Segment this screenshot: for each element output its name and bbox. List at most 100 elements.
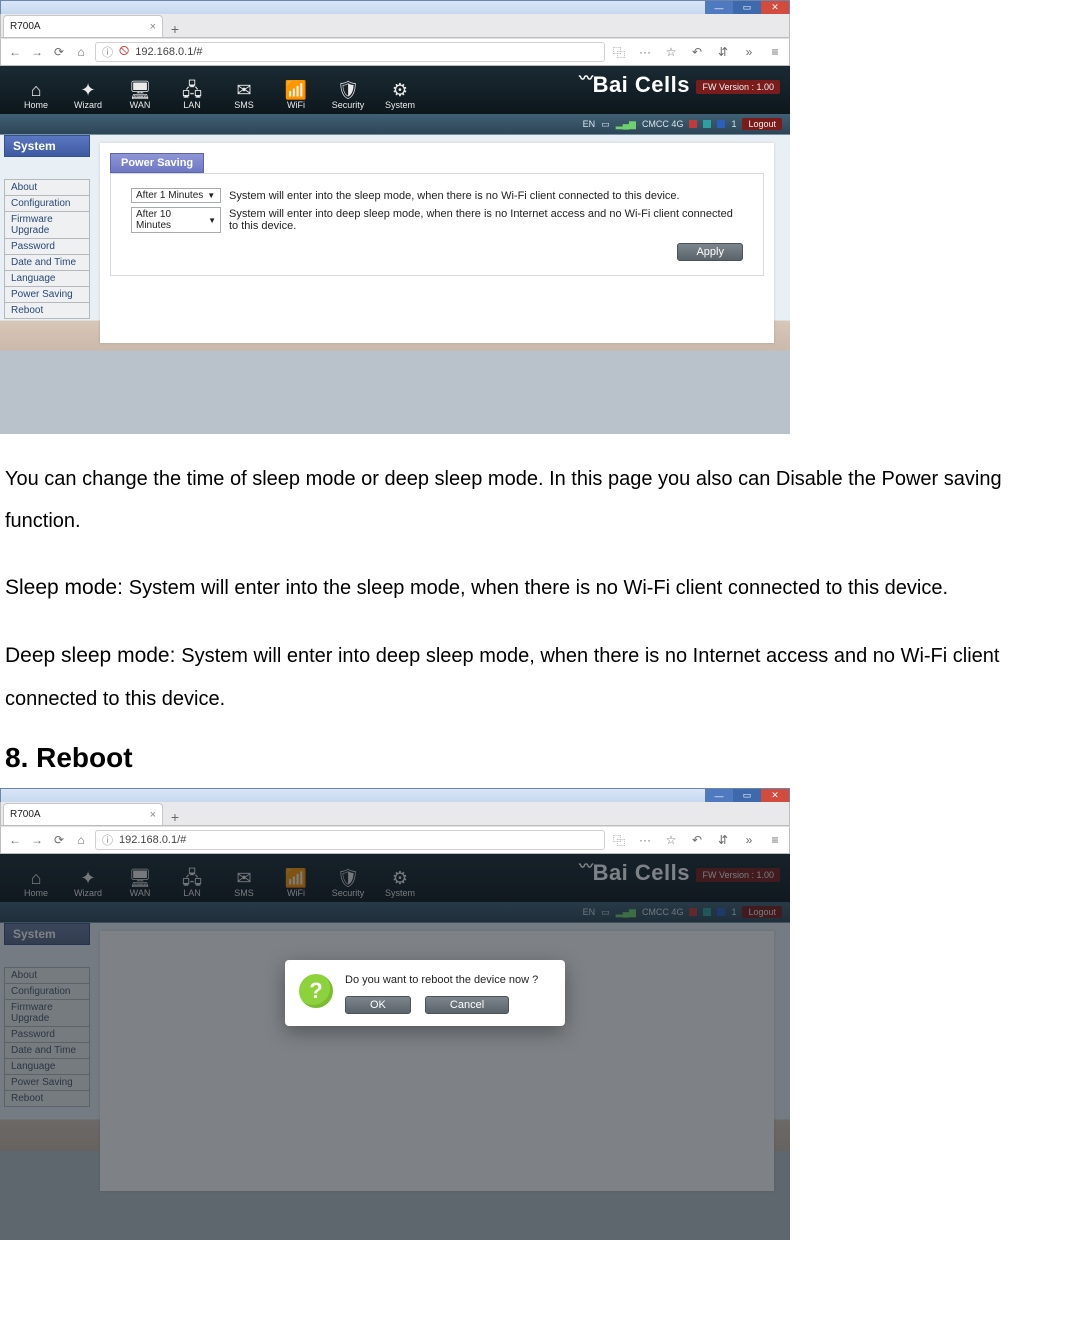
status-strip: EN ▭ ▂▄▆ CMCC 4G 1 Logout	[0, 114, 790, 134]
menu-wan[interactable]: 🖥WAN	[116, 868, 164, 902]
sidebar-item-about[interactable]: About	[4, 967, 90, 984]
window-maximize-button[interactable]: ▭	[733, 789, 761, 802]
ext-icon[interactable]: ⇵	[715, 45, 731, 59]
nav-home-button[interactable]: ⌂	[73, 833, 89, 847]
sidebar-item-firmware-upgrade[interactable]: Firmware Upgrade	[4, 212, 90, 239]
nav-reload-button[interactable]: ⟳	[51, 833, 67, 847]
menu-system[interactable]: ⚙System	[376, 868, 424, 902]
menu-wizard[interactable]: ✦Wizard	[64, 868, 112, 902]
window-minimize-button[interactable]: —	[705, 1, 733, 14]
menu-home[interactable]: ⌂Home	[12, 80, 60, 114]
sidebar-item-date-and-time[interactable]: Date and Time	[4, 255, 90, 271]
sidebar-item-language[interactable]: Language	[4, 1059, 90, 1075]
indicator-blue-icon	[717, 120, 725, 128]
status-lang[interactable]: EN	[583, 119, 596, 129]
overflow-icon[interactable]: »	[741, 833, 757, 847]
site-info-icon[interactable]: ⓘ	[102, 832, 113, 848]
browser-tab[interactable]: R700A ×	[3, 803, 163, 825]
browser-tabstrip: R700A × +	[0, 802, 790, 826]
menu-home[interactable]: ⌂Home	[12, 868, 60, 902]
new-tab-button[interactable]: +	[163, 21, 187, 37]
doc-paragraph-deep: Deep sleep mode: System will enter into …	[5, 634, 1080, 720]
screenshot-power-saving: — ▭ ✕ R700A × + ← → ⟳ ⌂ ⓘ 🛇 192.168.0.1/…	[0, 0, 790, 434]
menu-wifi[interactable]: 📶WiFi	[272, 868, 320, 902]
sidebar-item-about[interactable]: About	[4, 179, 90, 196]
sidebar-item-password[interactable]: Password	[4, 239, 90, 255]
logout-button[interactable]: Logout	[742, 118, 782, 130]
qr-icon[interactable]: ⿻	[611, 832, 627, 849]
sidebar-item-date-and-time[interactable]: Date and Time	[4, 1043, 90, 1059]
menu-sms[interactable]: ✉SMS	[220, 80, 268, 114]
sidebar-item-power-saving[interactable]: Power Saving	[4, 287, 90, 303]
menu-icon[interactable]: ≡	[767, 45, 783, 59]
logout-button[interactable]: Logout	[742, 906, 782, 918]
apply-button[interactable]: Apply	[677, 243, 743, 261]
nav-back-button[interactable]: ←	[7, 45, 23, 59]
undo-icon[interactable]: ↶	[689, 45, 705, 59]
window-minimize-button[interactable]: —	[705, 789, 733, 802]
undo-icon[interactable]: ↶	[689, 833, 705, 847]
security-icon: 🛡	[324, 80, 372, 100]
sidebar-item-configuration[interactable]: Configuration	[4, 196, 90, 212]
tab-close-icon[interactable]: ×	[150, 21, 156, 33]
menu-sms[interactable]: ✉SMS	[220, 868, 268, 902]
doc-paragraph-intro: You can change the time of sleep mode or…	[5, 458, 1080, 542]
star-icon[interactable]: ☆	[663, 833, 679, 847]
nav-forward-button[interactable]: →	[29, 45, 45, 59]
window-close-button[interactable]: ✕	[761, 1, 789, 14]
menu-wan[interactable]: 🖥WAN	[116, 80, 164, 114]
menu-security[interactable]: 🛡Security	[324, 868, 372, 902]
tab-close-icon[interactable]: ×	[150, 809, 156, 821]
sidebar-item-reboot[interactable]: Reboot	[4, 1091, 90, 1107]
menu-lan[interactable]: 🖧LAN	[168, 868, 216, 902]
overflow-icon[interactable]: »	[741, 45, 757, 59]
deep-sleep-timeout-value: After 10 Minutes	[136, 209, 204, 231]
deep-sleep-row: After 10 Minutes ▼ System will enter int…	[131, 207, 743, 233]
deep-sleep-desc: System will enter into deep sleep mode, …	[229, 208, 743, 232]
window-close-button[interactable]: ✕	[761, 789, 789, 802]
sidebar-item-configuration[interactable]: Configuration	[4, 984, 90, 1000]
window-maximize-button[interactable]: ▭	[733, 1, 761, 14]
new-tab-button[interactable]: +	[163, 809, 187, 825]
more-icon[interactable]: ···	[637, 45, 653, 59]
caret-down-icon: ▼	[207, 191, 215, 200]
sidebar-item-reboot[interactable]: Reboot	[4, 303, 90, 319]
browser-tab[interactable]: R700A ×	[3, 15, 163, 37]
nav-forward-button[interactable]: →	[29, 833, 45, 847]
dialog-cancel-button[interactable]: Cancel	[425, 996, 509, 1014]
ext-icon[interactable]: ⇵	[715, 833, 731, 847]
home-icon: ⌂	[12, 868, 60, 888]
sleep-timeout-select[interactable]: After 1 Minutes ▼	[131, 188, 221, 203]
doc-paragraph-sleep: Sleep mode: System will enter into the s…	[5, 566, 1080, 610]
menu-icon[interactable]: ≡	[767, 833, 783, 847]
sidebar-item-power-saving[interactable]: Power Saving	[4, 1075, 90, 1091]
url-input[interactable]: ⓘ 192.168.0.1/#	[95, 830, 605, 850]
menu-home-label: Home	[24, 100, 48, 110]
status-lang[interactable]: EN	[583, 907, 596, 917]
menu-system[interactable]: ⚙System	[376, 80, 424, 114]
sidebar-item-language[interactable]: Language	[4, 271, 90, 287]
menu-system-label: System	[385, 100, 415, 110]
deep-sleep-timeout-select[interactable]: After 10 Minutes ▼	[131, 207, 221, 233]
star-icon[interactable]: ☆	[663, 45, 679, 59]
menu-wifi[interactable]: 📶WiFi	[272, 80, 320, 114]
browser-tabstrip: R700A × +	[0, 14, 790, 38]
menu-lan[interactable]: 🖧LAN	[168, 80, 216, 114]
more-icon[interactable]: ···	[637, 833, 653, 847]
card-tab-power-saving[interactable]: Power Saving	[110, 153, 204, 173]
menu-wizard-label: Wizard	[74, 888, 102, 898]
dialog-ok-button[interactable]: OK	[345, 996, 411, 1014]
sidebar-item-firmware-upgrade[interactable]: Firmware Upgrade	[4, 1000, 90, 1027]
menu-wizard[interactable]: ✦Wizard	[64, 80, 112, 114]
menu-security[interactable]: 🛡Security	[324, 80, 372, 114]
card-body: After 1 Minutes ▼ System will enter into…	[110, 173, 764, 276]
url-input[interactable]: ⓘ 🛇 192.168.0.1/#	[95, 42, 605, 62]
nav-back-button[interactable]: ←	[7, 833, 23, 847]
menu-sms-label: SMS	[234, 888, 254, 898]
nav-home-button[interactable]: ⌂	[73, 45, 89, 59]
qr-icon[interactable]: ⿻	[611, 44, 627, 61]
sidebar-item-password[interactable]: Password	[4, 1027, 90, 1043]
site-info-icon[interactable]: ⓘ	[102, 44, 113, 60]
nav-reload-button[interactable]: ⟳	[51, 45, 67, 59]
brand-text: Bai Cells	[593, 860, 690, 886]
